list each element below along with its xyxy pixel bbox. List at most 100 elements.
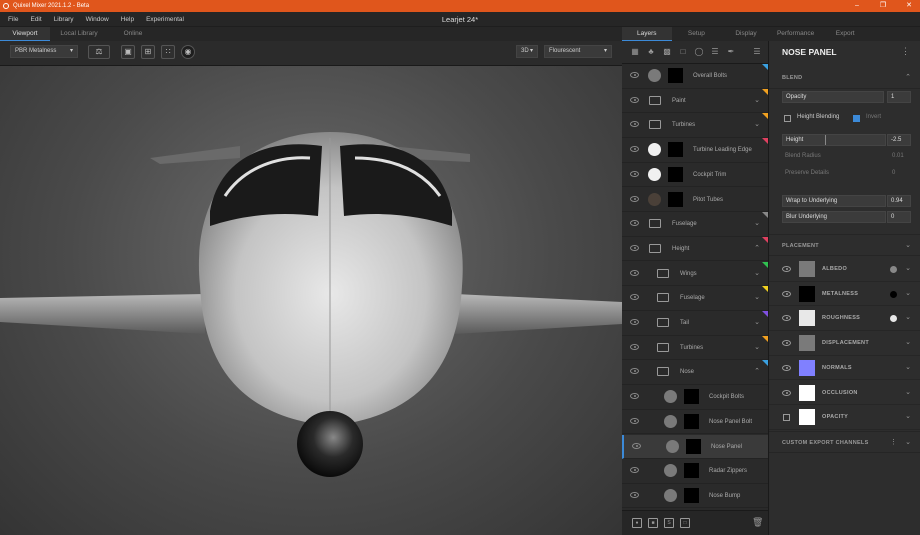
brush-icon[interactable]: ✒ bbox=[726, 47, 736, 57]
visibility-eye-icon[interactable] bbox=[782, 315, 791, 322]
minimize-icon[interactable]: – bbox=[848, 0, 866, 12]
placement-section-header[interactable]: PLACEMENT ⌄ bbox=[769, 234, 920, 256]
tab-export[interactable]: Export bbox=[820, 27, 870, 41]
layer-row[interactable]: Cockpit Trim bbox=[622, 163, 768, 188]
visibility-eye-icon[interactable] bbox=[630, 491, 639, 498]
layer-row[interactable]: Turbines ⌄ bbox=[622, 335, 768, 361]
visibility-eye-icon[interactable] bbox=[630, 294, 639, 301]
visibility-eye-icon[interactable] bbox=[630, 368, 639, 375]
visibility-eye-icon[interactable] bbox=[630, 195, 639, 202]
channel-color-dot[interactable] bbox=[890, 266, 897, 273]
layer-settings-icon[interactable]: S bbox=[664, 518, 674, 528]
mask-icon[interactable]: ● bbox=[632, 518, 642, 528]
stack-icon[interactable]: ☰ bbox=[752, 47, 762, 57]
wrap-underlying-slider[interactable]: Wrap to Underlying bbox=[782, 195, 886, 207]
visibility-eye-icon[interactable] bbox=[782, 266, 791, 272]
opacity-channel-checkbox[interactable] bbox=[783, 414, 790, 422]
view-mode-dropdown[interactable]: 3D ▾ bbox=[516, 45, 538, 58]
visibility-eye-icon[interactable] bbox=[630, 343, 639, 350]
chevron-down-icon[interactable]: ⌄ bbox=[905, 331, 911, 355]
tab-online[interactable]: Online bbox=[108, 27, 158, 41]
more-options-icon[interactable]: ⋮ bbox=[901, 46, 910, 57]
layer-row[interactable]: Overall Bolts bbox=[622, 64, 768, 89]
layer-row[interactable]: Turbines ⌄ bbox=[622, 113, 768, 138]
channel-opacity[interactable]: OPACITY ⌄ bbox=[769, 405, 920, 430]
layer-row[interactable]: Radar Zippers bbox=[622, 459, 768, 484]
layer-row[interactable]: Wings ⌄ bbox=[622, 261, 768, 287]
channel-swatch[interactable] bbox=[799, 310, 815, 327]
visibility-eye-icon[interactable] bbox=[630, 393, 639, 400]
visibility-eye-icon[interactable] bbox=[630, 72, 639, 78]
layer-row[interactable]: Cockpit Bolts bbox=[622, 385, 768, 410]
visibility-eye-icon[interactable] bbox=[630, 220, 639, 227]
channel-swatch[interactable] bbox=[799, 261, 815, 277]
channel-roughness[interactable]: ROUGHNESS ⌄ bbox=[769, 306, 920, 332]
menu-edit[interactable]: Edit bbox=[30, 16, 41, 23]
channel-displacement[interactable]: DISPLACEMENT ⌄ bbox=[769, 331, 920, 356]
channel-swatch[interactable] bbox=[799, 285, 815, 302]
height-slider-handle[interactable] bbox=[825, 135, 826, 145]
invert-checkbox[interactable] bbox=[853, 115, 860, 122]
layer-row[interactable]: Nose Bump bbox=[622, 484, 768, 509]
channel-normals[interactable]: NORMALS ⌄ bbox=[769, 356, 920, 381]
delete-icon[interactable]: 🗑 bbox=[752, 518, 763, 528]
height-blending-checkbox[interactable] bbox=[784, 115, 791, 122]
visibility-eye-icon[interactable] bbox=[630, 319, 639, 325]
channel-metalness[interactable]: METALNESS ⌄ bbox=[769, 282, 920, 307]
menu-window[interactable]: Window bbox=[86, 16, 109, 23]
material-mode-dropdown[interactable]: PBR Metalness ▾ bbox=[10, 45, 78, 58]
blur-underlying-slider[interactable]: Blur Underlying bbox=[782, 211, 886, 223]
visibility-eye-icon[interactable] bbox=[630, 244, 639, 251]
blend-section-header[interactable]: BLEND ⌃ bbox=[769, 67, 920, 89]
visibility-eye-icon[interactable] bbox=[782, 364, 791, 371]
smart-mask-icon[interactable]: ■ bbox=[648, 518, 658, 528]
new-folder-icon[interactable]: □ bbox=[680, 518, 690, 528]
layer-row[interactable]: Tail ⌄ bbox=[622, 311, 768, 336]
fill-layer-icon[interactable]: ▩ bbox=[662, 47, 672, 57]
paint-layer-icon[interactable]: ♣ bbox=[646, 47, 656, 57]
lighting-dropdown[interactable]: Flourescent ▾ bbox=[544, 45, 612, 58]
visibility-eye-icon[interactable] bbox=[630, 269, 639, 276]
blur-underlying-value[interactable]: 0 bbox=[887, 211, 911, 223]
channel-albedo[interactable]: ALBEDO ⌄ bbox=[769, 257, 920, 282]
channel-color-dot[interactable] bbox=[890, 290, 897, 298]
channel-occlusion[interactable]: OCCLUSION ⌄ bbox=[769, 381, 920, 406]
chevron-down-icon[interactable]: ⌄ bbox=[754, 262, 760, 286]
chevron-down-icon[interactable]: ⌄ bbox=[905, 405, 911, 429]
tab-setup[interactable]: Setup bbox=[672, 27, 722, 41]
surface-layer-icon[interactable]: ▦ bbox=[630, 47, 640, 57]
menu-library[interactable]: Library bbox=[54, 16, 74, 23]
chevron-down-icon[interactable]: ⌄ bbox=[754, 113, 760, 137]
chevron-up-icon[interactable]: ⌃ bbox=[754, 360, 760, 384]
channel-swatch[interactable] bbox=[799, 409, 815, 426]
visibility-eye-icon[interactable] bbox=[782, 290, 791, 297]
wrap-underlying-value[interactable]: 0.94 bbox=[887, 195, 911, 207]
layer-row[interactable]: Fuselage ⌄ bbox=[622, 212, 768, 237]
layer-row[interactable]: Height ⌃ bbox=[622, 236, 768, 262]
channel-swatch[interactable] bbox=[799, 384, 815, 401]
chevron-up-icon[interactable]: ⌃ bbox=[754, 237, 760, 261]
height-slider[interactable]: Height bbox=[782, 134, 886, 146]
chevron-down-icon[interactable]: ⌄ bbox=[754, 336, 760, 360]
visibility-eye-icon[interactable] bbox=[782, 340, 791, 347]
visibility-eye-icon[interactable] bbox=[782, 389, 791, 396]
chevron-down-icon[interactable]: ⌄ bbox=[905, 257, 911, 281]
close-icon[interactable]: ✕ bbox=[900, 0, 918, 12]
layer-row[interactable]: Nose Panel Bolt bbox=[622, 410, 768, 435]
restore-icon[interactable]: ❐ bbox=[874, 0, 892, 12]
tab-viewport[interactable]: Viewport bbox=[0, 27, 50, 41]
channel-color-dot[interactable] bbox=[890, 315, 897, 323]
tab-display[interactable]: Display bbox=[721, 27, 771, 41]
layer-row[interactable]: Fuselage ⌄ bbox=[622, 286, 768, 311]
visibility-eye-icon[interactable] bbox=[630, 146, 639, 153]
chevron-down-icon[interactable]: ⌄ bbox=[754, 212, 760, 236]
chevron-down-icon[interactable]: ⌄ bbox=[905, 306, 911, 330]
chevron-down-icon[interactable]: ⌄ bbox=[754, 89, 760, 113]
height-value[interactable]: -2.5 bbox=[887, 134, 911, 146]
more-options-icon[interactable]: ⋮ bbox=[890, 432, 897, 454]
tab-layers[interactable]: Layers bbox=[622, 27, 672, 41]
adjust-icon[interactable]: ☰ bbox=[710, 47, 720, 57]
tab-local-library[interactable]: Local Library bbox=[50, 27, 108, 41]
menu-file[interactable]: File bbox=[8, 16, 18, 23]
chevron-down-icon[interactable]: ⌄ bbox=[905, 381, 911, 405]
